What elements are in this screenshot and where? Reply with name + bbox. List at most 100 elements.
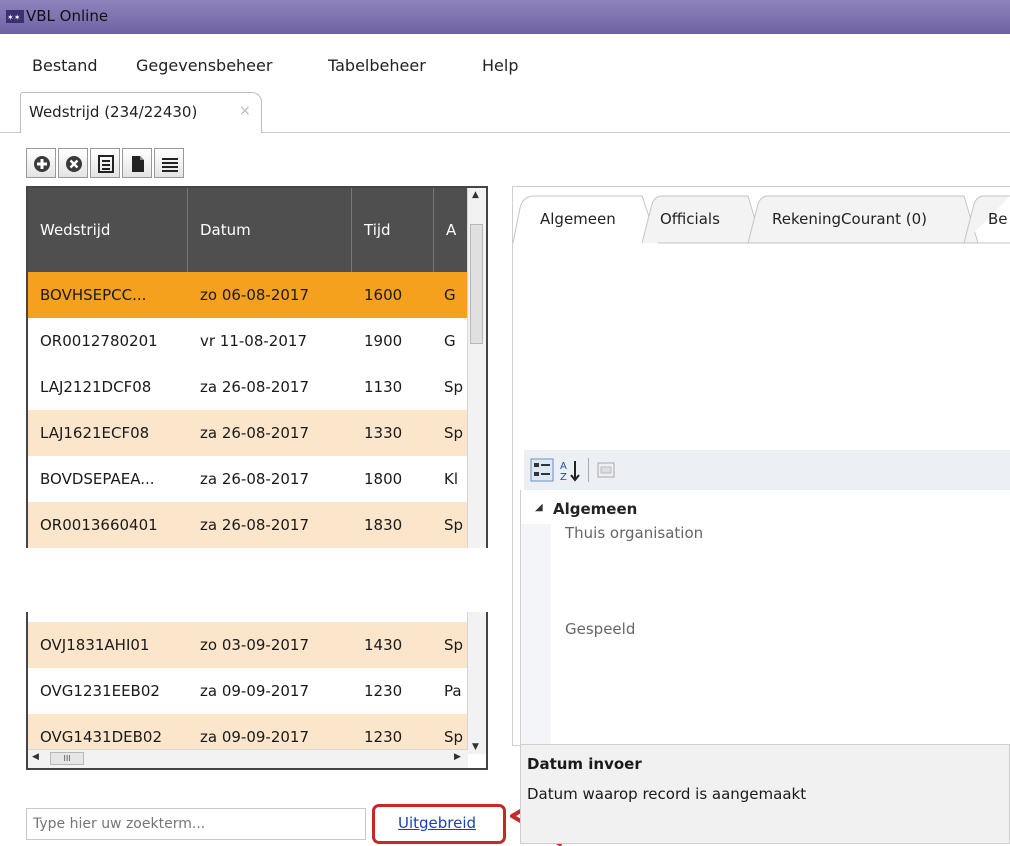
- description-title: Datum invoer: [527, 755, 642, 773]
- scroll-thumb[interactable]: [470, 224, 483, 344]
- cell-tijd: 1800: [364, 470, 403, 488]
- cell-datum: vr 11-08-2017: [200, 332, 307, 350]
- menu-tabelbeheer[interactable]: Tabelbeheer: [328, 56, 426, 75]
- cell-datum: zo 06-08-2017: [200, 286, 309, 304]
- title-bar: ✶✶ VBL Online: [0, 0, 1010, 34]
- cell-tijd: 1130: [364, 378, 403, 396]
- advanced-search-link[interactable]: Uitgebreid: [398, 814, 476, 832]
- view-icon: [98, 155, 114, 173]
- cell-datum: za 09-09-2017: [200, 682, 310, 700]
- property-gespeeld[interactable]: Gespeeld: [565, 620, 635, 638]
- cell-wedstrijd: OVG1231EEB02: [40, 682, 160, 700]
- column-header-tijd[interactable]: Tijd: [352, 188, 434, 272]
- cell-a: Pa: [444, 682, 462, 700]
- table-row[interactable]: BOVHSEPCC... zo 06-08-2017 1600 G: [28, 272, 468, 318]
- scroll-thumb-horizontal[interactable]: III: [50, 752, 84, 765]
- tab-algemeen-label: Algemeen: [540, 210, 616, 228]
- table-row[interactable]: OR0012780201 vr 11-08-2017 1900 G: [28, 318, 468, 364]
- add-button[interactable]: [26, 148, 56, 178]
- scroll-right-icon[interactable]: ▶: [454, 752, 461, 762]
- svg-text:Z: Z: [560, 472, 567, 482]
- remove-icon: [66, 156, 82, 172]
- list-button[interactable]: [154, 148, 184, 178]
- cell-tijd: 1830: [364, 516, 403, 534]
- search-input[interactable]: [26, 808, 366, 840]
- copy-icon: [132, 156, 144, 172]
- copy-button[interactable]: [122, 148, 152, 178]
- property-thuis-organisation[interactable]: Thuis organisation: [565, 524, 703, 542]
- cell-wedstrijd: OVJ1831AHI01: [40, 636, 150, 654]
- menu-bar: Bestand Gegevensbeheer Tabelbeheer Help: [0, 50, 1010, 80]
- cell-datum: zo 03-09-2017: [200, 636, 309, 654]
- column-header-a[interactable]: A: [434, 188, 468, 272]
- property-pages-icon[interactable]: [596, 460, 616, 480]
- property-category: Algemeen: [553, 500, 638, 518]
- scroll-down-icon[interactable]: ▼: [472, 742, 479, 752]
- cell-tijd: 1900: [364, 332, 403, 350]
- cell-wedstrijd: LAJ1621ECF08: [40, 424, 150, 442]
- cell-a: Sp: [444, 636, 464, 654]
- view-button[interactable]: [90, 148, 120, 178]
- cell-wedstrijd: BOVHSEPCC...: [40, 286, 147, 304]
- cell-tijd: 1230: [364, 682, 403, 700]
- match-grid: Wedstrijd Datum Tijd A BOVHSEPCC... zo 06…: [26, 186, 488, 770]
- svg-text:A: A: [560, 461, 567, 472]
- grid-header: Wedstrijd Datum Tijd A: [28, 188, 468, 272]
- menu-gegevensbeheer[interactable]: Gegevensbeheer: [136, 56, 272, 75]
- tab-rekeningcourant-label: RekeningCourant (0): [772, 210, 927, 228]
- column-header-datum[interactable]: Datum: [188, 188, 352, 272]
- close-icon[interactable]: ×: [239, 103, 251, 119]
- window-title: VBL Online: [26, 7, 109, 25]
- table-row[interactable]: OVJ1831AHI01 zo 03-09-2017 1430 Sp: [28, 622, 468, 668]
- cell-a: G: [444, 332, 456, 350]
- cell-datum: za 26-08-2017: [200, 470, 310, 488]
- table-row[interactable]: LAJ1621ECF08 za 26-08-2017 1330 Sp: [28, 410, 468, 456]
- cell-tijd: 1430: [364, 636, 403, 654]
- collapse-arrow-icon[interactable]: ◢: [535, 502, 543, 513]
- cell-tijd: 1600: [364, 286, 403, 304]
- property-grid: ◢ Algemeen Thuis organisation Gespeeld: [520, 490, 1010, 744]
- tab-wedstrijd-label: Wedstrijd (234/22430): [29, 103, 198, 121]
- tab-be[interactable]: Be: [988, 192, 1010, 248]
- cell-datum: za 26-08-2017: [200, 424, 310, 442]
- menu-bestand[interactable]: Bestand: [32, 56, 98, 75]
- cell-a: Sp: [444, 378, 464, 396]
- tab-wedstrijd[interactable]: Wedstrijd (234/22430) ×: [20, 92, 262, 133]
- toolbar-divider: [588, 458, 589, 482]
- cell-wedstrijd: OVG1431DEB02: [40, 728, 163, 746]
- svg-text:✶✶: ✶✶: [7, 13, 20, 22]
- menu-help[interactable]: Help: [482, 56, 518, 75]
- cell-a: Sp: [444, 728, 464, 746]
- property-gutter: [521, 524, 551, 744]
- property-description: Datum invoer Datum waarop record is aang…: [520, 744, 1010, 844]
- column-header-wedstrijd[interactable]: Wedstrijd: [28, 188, 188, 272]
- cell-wedstrijd: BOVDSEPAEA...: [40, 470, 155, 488]
- document-tab-strip: Wedstrijd (234/22430) ×: [0, 86, 1010, 133]
- cell-wedstrijd: OR0013660401: [40, 516, 158, 534]
- table-row[interactable]: OVG1231EEB02 za 09-09-2017 1230 Pa: [28, 668, 468, 714]
- tab-officials-label: Officials: [660, 210, 720, 228]
- cell-tijd: 1230: [364, 728, 403, 746]
- table-row[interactable]: BOVDSEPAEA... za 26-08-2017 1800 Kl: [28, 456, 468, 502]
- horizontal-scrollbar[interactable]: ◀ III ▶: [28, 749, 468, 768]
- remove-button[interactable]: [58, 148, 88, 178]
- table-row[interactable]: OR0013660401 za 26-08-2017 1830 Sp: [28, 502, 468, 548]
- cell-tijd: 1330: [364, 424, 403, 442]
- cell-a: Kl: [444, 470, 459, 488]
- scroll-up-icon[interactable]: ▲: [472, 190, 479, 200]
- vertical-scrollbar[interactable]: ▲ ▼: [467, 188, 486, 754]
- vbl-logo-icon: ✶✶: [6, 10, 24, 23]
- cell-a: Sp: [444, 424, 464, 442]
- categorized-icon[interactable]: [530, 458, 554, 482]
- tab-be-label: Be: [988, 210, 1008, 228]
- table-row[interactable]: LAJ2121DCF08 za 26-08-2017 1130 Sp: [28, 364, 468, 410]
- cell-datum: za 09-09-2017: [200, 728, 310, 746]
- description-text: Datum waarop record is aangemaakt: [527, 785, 807, 803]
- cell-wedstrijd: LAJ2121DCF08: [40, 378, 152, 396]
- scroll-left-icon[interactable]: ◀: [32, 752, 39, 762]
- cell-datum: za 26-08-2017: [200, 378, 310, 396]
- cell-wedstrijd: OR0012780201: [40, 332, 158, 350]
- cell-a: G: [444, 286, 456, 304]
- list-icon: [162, 158, 178, 172]
- sort-alphabetical-icon[interactable]: AZ: [560, 458, 582, 482]
